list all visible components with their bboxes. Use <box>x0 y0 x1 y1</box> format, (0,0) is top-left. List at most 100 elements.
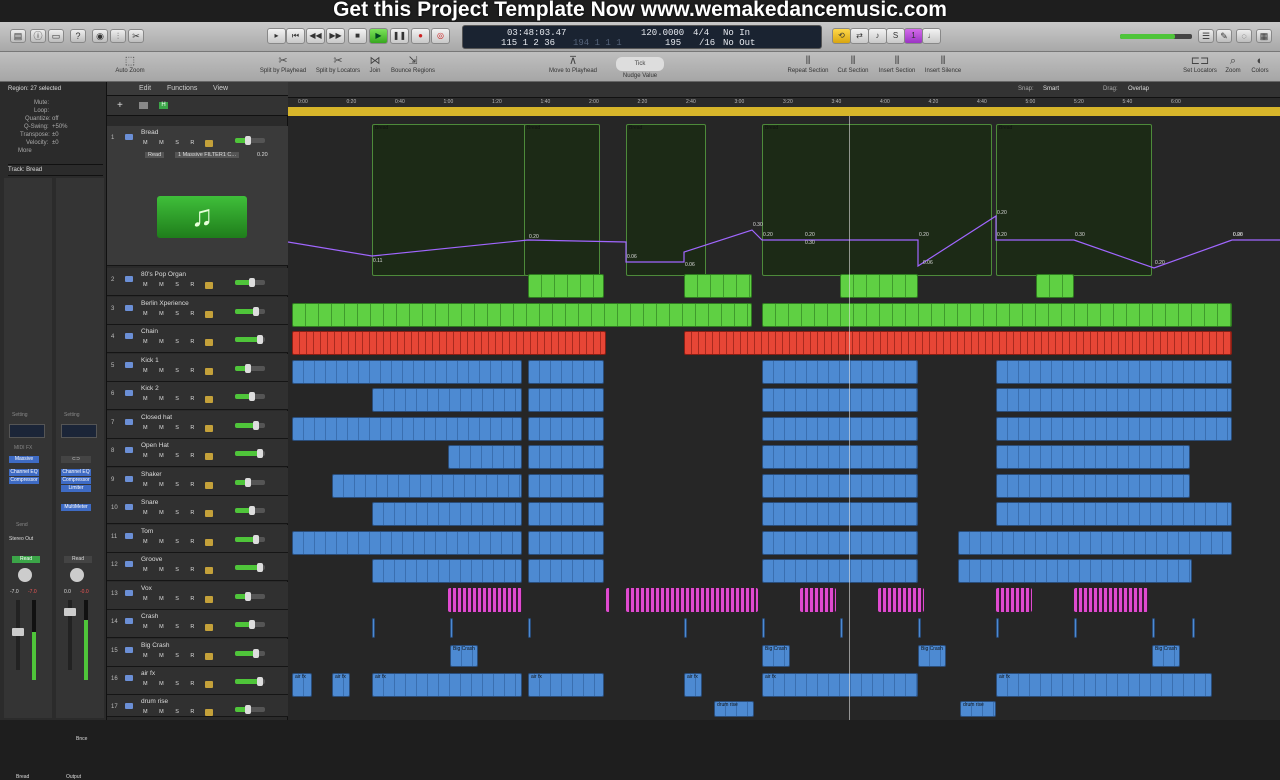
region[interactable] <box>292 417 522 441</box>
track-volume-slider[interactable] <box>235 677 265 686</box>
track-buttons[interactable]: M M S R I <box>143 653 212 659</box>
snap-select[interactable]: Smart <box>1043 86 1059 92</box>
region[interactable] <box>996 360 1232 384</box>
forward-button[interactable]: ▶▶ <box>326 28 345 44</box>
region[interactable] <box>762 502 918 526</box>
region[interactable] <box>626 588 758 612</box>
region[interactable] <box>528 502 604 526</box>
region[interactable] <box>996 588 1032 612</box>
eq-thumbnail[interactable] <box>9 424 45 438</box>
timeline-ruler[interactable]: 0:00 0:20 0:40 1:00 1:20 1:40 2:00 2:20 2:40 3:00… <box>288 98 1280 116</box>
repeat-section-tool[interactable]: ⫴ Repeat Section <box>786 54 830 74</box>
inspector-icon[interactable]: ⓘ <box>30 29 46 43</box>
view-menu[interactable]: View <box>213 85 228 92</box>
track-name[interactable]: Vox <box>141 585 152 592</box>
track-volume-slider[interactable] <box>235 392 265 401</box>
cut-section-tool[interactable]: ⫴ Cut Section <box>834 54 872 74</box>
track-buttons[interactable]: M M S R I <box>143 282 212 288</box>
region[interactable] <box>684 274 752 298</box>
track-volume-slider[interactable] <box>235 705 265 714</box>
lock-icon[interactable] <box>205 653 213 660</box>
track-header-row[interactable]: 5 Kick 1 M M S R I <box>107 354 288 382</box>
cycle-area[interactable] <box>288 107 1280 116</box>
region[interactable]: air fx <box>332 673 350 697</box>
region[interactable] <box>878 588 924 612</box>
record-button[interactable]: ● <box>411 28 430 44</box>
region[interactable]: drum rise <box>960 701 996 717</box>
browser-icon[interactable]: ▦ <box>1256 29 1272 43</box>
track-header-row[interactable]: 7 Closed hat M M S R I <box>107 411 288 439</box>
track-name[interactable]: Kick 1 <box>141 357 159 364</box>
lock-icon[interactable] <box>205 311 213 318</box>
region[interactable] <box>528 618 531 638</box>
track-name[interactable]: Closed hat <box>141 414 172 421</box>
track-header-row[interactable]: 4 Chain M M S R I <box>107 325 288 353</box>
input-slot[interactable]: ⊂⊃ <box>61 456 91 463</box>
lock-icon[interactable] <box>205 368 213 375</box>
region[interactable] <box>762 388 918 412</box>
track-buttons[interactable]: M M S R I <box>143 510 212 516</box>
region[interactable] <box>1036 274 1074 298</box>
region[interactable] <box>528 360 604 384</box>
track-header-row[interactable]: 15 Big Crash M M S R I <box>107 639 288 667</box>
track-volume-slider[interactable] <box>235 449 265 458</box>
region[interactable] <box>762 417 918 441</box>
lock-icon[interactable] <box>205 425 213 432</box>
lock-icon[interactable] <box>205 624 213 631</box>
folder-icon[interactable] <box>139 102 148 109</box>
more-disclosure[interactable]: More <box>18 148 32 154</box>
master-volume-slider[interactable] <box>1120 34 1192 39</box>
region[interactable] <box>448 445 522 469</box>
region[interactable] <box>762 445 918 469</box>
region[interactable] <box>996 417 1232 441</box>
region[interactable] <box>372 502 522 526</box>
lock-icon[interactable] <box>205 140 213 147</box>
track-name[interactable]: drum rise <box>141 698 168 705</box>
region[interactable] <box>528 474 604 498</box>
region[interactable] <box>528 531 604 555</box>
region[interactable] <box>1074 618 1077 638</box>
automation-curve[interactable] <box>288 214 1280 269</box>
join-tool[interactable]: ⋈ Join <box>364 54 386 74</box>
set-locators-tool[interactable]: ⊏⊐ Set Locators <box>1180 54 1220 74</box>
track-buttons[interactable]: M M S R I <box>143 425 212 431</box>
playhead[interactable] <box>849 116 850 720</box>
region[interactable]: air fx <box>762 673 918 697</box>
loop-browser-icon[interactable]: ◌ <box>1236 29 1252 43</box>
eq-thumbnail[interactable] <box>61 424 97 438</box>
region[interactable] <box>292 331 606 355</box>
colors-tool[interactable]: ◐ Colors <box>1248 54 1272 74</box>
lock-icon[interactable] <box>205 596 213 603</box>
lock-icon[interactable] <box>205 396 213 403</box>
track-header[interactable]: Track: Bread <box>8 164 103 176</box>
insert-section-tool[interactable]: ⫴ Insert Section <box>876 54 918 74</box>
track-header-row[interactable]: 2 80's Pop Organ M M S R I <box>107 268 288 296</box>
region[interactable] <box>1074 588 1148 612</box>
track-name[interactable]: Bread <box>141 129 158 136</box>
drag-select[interactable]: Overlap <box>1128 86 1149 92</box>
lcd-display[interactable]: 03:48:03.47 115 1 2 36 194 1 1 1 120.000… <box>462 25 822 49</box>
region[interactable] <box>840 618 843 638</box>
track-header-row[interactable]: 17 drum rise M M S R I <box>107 695 288 717</box>
track-name[interactable]: Kick 2 <box>141 385 159 392</box>
region[interactable] <box>292 360 522 384</box>
solo-button[interactable]: S <box>886 28 905 44</box>
track-volume-slider[interactable] <box>235 364 265 373</box>
track-volume-slider[interactable] <box>235 335 265 344</box>
track-header-row[interactable]: 3 Berlin Xperience M M S R I <box>107 297 288 325</box>
region[interactable] <box>762 618 765 638</box>
track-volume-slider[interactable] <box>235 563 265 572</box>
edit-menu[interactable]: Edit <box>139 85 151 92</box>
lock-icon[interactable] <box>205 282 213 289</box>
track-name[interactable]: Berlin Xperience <box>141 300 189 307</box>
metronome-button[interactable]: ♩ <box>922 28 941 44</box>
cycle-button[interactable]: ⟲ <box>832 28 851 44</box>
play-button[interactable]: ▶ <box>369 28 388 44</box>
track-header-row[interactable]: 10 Snare M M S R I <box>107 496 288 524</box>
track-buttons[interactable]: M M S R I <box>143 681 212 687</box>
split-playhead-tool[interactable]: ✂ Split by Playhead <box>256 54 310 74</box>
notepad-icon[interactable]: ✎ <box>1216 29 1232 43</box>
capture-record-button[interactable]: ◎ <box>431 28 450 44</box>
track-header-row[interactable]: 13 Vox M M S R I <box>107 582 288 610</box>
list-editors-icon[interactable]: ☰ <box>1198 29 1214 43</box>
